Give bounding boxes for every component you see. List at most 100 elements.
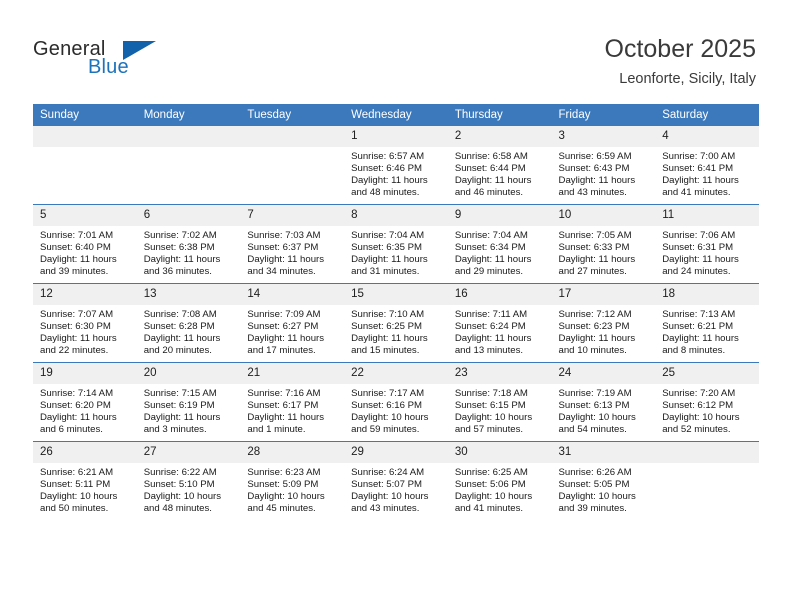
calendar-cell-day[interactable]: 30 Sunrise: 6:25 AM Sunset: 5:06 PM Dayligh… [447, 441, 552, 520]
sunset-text: Sunset: 6:38 PM [143, 242, 215, 254]
calendar-cell-day[interactable]: 21 Sunrise: 7:16 AM Sunset: 6:17 PM Dayligh… [240, 362, 345, 442]
day-cell [136, 126, 241, 204]
daylight-text-line2: and 29 minutes. [454, 266, 524, 278]
sunrise-text: Sunrise: 7:15 AM [143, 388, 217, 399]
daylight-text-line2: and 10 minutes. [558, 345, 627, 357]
day-number [33, 126, 137, 147]
day-sun-info: Sunrise: 7:11 AM Sunset: 6:24 PM Daylight:… [448, 305, 552, 357]
day-cell: 7 Sunrise: 7:03 AM Sunset: 6:37 PM Daylight… [240, 205, 345, 283]
calendar-cell-day[interactable]: 6 Sunrise: 7:02 AM Sunset: 6:38 PM Daylight… [136, 204, 241, 284]
day-sun-info: Sunrise: 6:59 AM Sunset: 6:43 PM Daylight:… [552, 147, 656, 199]
sunset-text: Sunset: 6:16 PM [351, 400, 423, 412]
calendar-cell-day[interactable]: 24 Sunrise: 7:19 AM Sunset: 6:13 PM Dayligh… [551, 362, 656, 442]
calendar-cell-day[interactable]: 26 Sunrise: 6:21 AM Sunset: 5:11 PM Dayligh… [33, 441, 137, 520]
daylight-text-line1: Daylight: 10 hours [143, 491, 222, 503]
day-sun-info: Sunrise: 7:13 AM Sunset: 6:21 PM Daylight:… [655, 305, 759, 357]
calendar-cell-day[interactable]: 25 Sunrise: 7:20 AM Sunset: 6:12 PM Dayligh… [655, 362, 759, 442]
calendar-cell-day[interactable]: 29 Sunrise: 6:24 AM Sunset: 5:07 PM Dayligh… [344, 441, 448, 520]
calendar-cell-day[interactable]: 27 Sunrise: 6:22 AM Sunset: 5:10 PM Dayligh… [136, 441, 241, 520]
calendar-cell-day[interactable]: 3 Sunrise: 6:59 AM Sunset: 6:43 PM Daylight… [551, 126, 656, 205]
daylight-text-line1: Daylight: 10 hours [351, 491, 429, 503]
sunset-text: Sunset: 6:34 PM [454, 242, 526, 254]
calendar-week-row: 1 Sunrise: 6:57 AM Sunset: 6:46 PM Daylight… [33, 126, 759, 205]
sunset-text: Sunset: 6:23 PM [558, 321, 630, 333]
daylight-text-line1: Daylight: 11 hours [662, 175, 739, 187]
sunrise-text: Sunrise: 6:22 AM [143, 467, 217, 478]
sunrise-text: Sunrise: 7:16 AM [247, 388, 321, 399]
daylight-text-line1: Daylight: 11 hours [40, 333, 117, 345]
calendar-cell-day[interactable]: 11 Sunrise: 7:06 AM Sunset: 6:31 PM Dayligh… [655, 204, 759, 284]
day-number: 17 [551, 284, 656, 305]
calendar-cell-day[interactable]: 13 Sunrise: 7:08 AM Sunset: 6:28 PM Dayligh… [136, 283, 241, 363]
daylight-text-line2: and 6 minutes. [40, 424, 103, 436]
calendar-cell-day[interactable]: 7 Sunrise: 7:03 AM Sunset: 6:37 PM Daylight… [240, 204, 345, 284]
calendar-cell-day[interactable]: 16 Sunrise: 7:11 AM Sunset: 6:24 PM Dayligh… [447, 283, 552, 363]
sunset-text: Sunset: 5:06 PM [454, 479, 526, 491]
page-title: October 2025 [604, 35, 757, 63]
day-sun-info: Sunrise: 6:58 AM Sunset: 6:44 PM Daylight:… [448, 147, 552, 199]
calendar-cell-day[interactable]: 20 Sunrise: 7:15 AM Sunset: 6:19 PM Dayligh… [136, 362, 241, 442]
daylight-text-line1: Daylight: 11 hours [662, 333, 739, 345]
day-sun-info: Sunrise: 7:04 AM Sunset: 6:35 PM Daylight:… [344, 226, 448, 278]
weekday-header-tuesday: Tuesday [240, 104, 345, 126]
sunset-text: Sunset: 6:20 PM [40, 400, 111, 412]
calendar-cell-day[interactable]: 2 Sunrise: 6:58 AM Sunset: 6:44 PM Daylight… [447, 126, 552, 205]
daylight-text-line2: and 41 minutes. [454, 503, 524, 515]
calendar-cell-day[interactable]: 18 Sunrise: 7:13 AM Sunset: 6:21 PM Dayligh… [655, 283, 759, 363]
sunset-text: Sunset: 6:24 PM [454, 321, 526, 333]
sunrise-text: Sunrise: 6:25 AM [454, 467, 528, 478]
daylight-text-line2: and 54 minutes. [558, 424, 627, 436]
day-cell: 19 Sunrise: 7:14 AM Sunset: 6:20 PM Dayligh… [33, 363, 137, 441]
calendar-week-row: 19 Sunrise: 7:14 AM Sunset: 6:20 PM Dayligh… [33, 362, 759, 442]
sunrise-text: Sunrise: 7:10 AM [351, 309, 425, 320]
calendar-cell-day[interactable]: 22 Sunrise: 7:17 AM Sunset: 6:16 PM Dayligh… [344, 362, 448, 442]
daylight-text-line1: Daylight: 10 hours [351, 412, 429, 424]
weekday-header-monday: Monday [136, 104, 241, 126]
calendar-cell-day[interactable]: 10 Sunrise: 7:05 AM Sunset: 6:33 PM Dayligh… [551, 204, 656, 284]
sunset-text: Sunset: 6:41 PM [662, 163, 734, 175]
sunrise-text: Sunrise: 7:12 AM [558, 309, 632, 320]
calendar-cell-day[interactable]: 19 Sunrise: 7:14 AM Sunset: 6:20 PM Dayligh… [33, 362, 137, 442]
calendar-cell-day[interactable]: 4 Sunrise: 7:00 AM Sunset: 6:41 PM Daylight… [655, 126, 759, 205]
calendar-cell-day[interactable]: 17 Sunrise: 7:12 AM Sunset: 6:23 PM Dayligh… [551, 283, 656, 363]
sunrise-text: Sunrise: 6:26 AM [558, 467, 632, 478]
sunrise-text: Sunrise: 7:19 AM [558, 388, 632, 399]
sunrise-text: Sunrise: 7:02 AM [143, 230, 217, 241]
sunset-text: Sunset: 5:11 PM [40, 479, 111, 491]
sunrise-text: Sunrise: 7:08 AM [143, 309, 217, 320]
calendar-cell-day[interactable]: 15 Sunrise: 7:10 AM Sunset: 6:25 PM Dayligh… [344, 283, 448, 363]
daylight-text-line1: Daylight: 11 hours [247, 333, 325, 345]
weekday-header-sunday: Sunday [33, 104, 137, 126]
day-number: 9 [447, 205, 552, 226]
sunset-text: Sunset: 6:35 PM [351, 242, 423, 254]
day-number: 1 [344, 126, 448, 147]
daylight-text-line2: and 45 minutes. [247, 503, 316, 515]
day-number: 8 [344, 205, 448, 226]
calendar-cell-day[interactable]: 12 Sunrise: 7:07 AM Sunset: 6:30 PM Dayligh… [33, 283, 137, 363]
sunset-text: Sunset: 6:21 PM [662, 321, 734, 333]
day-number: 14 [240, 284, 345, 305]
day-sun-info: Sunrise: 7:18 AM Sunset: 6:15 PM Daylight:… [448, 384, 552, 436]
calendar-cell-day[interactable]: 14 Sunrise: 7:09 AM Sunset: 6:27 PM Dayligh… [240, 283, 345, 363]
day-cell: 11 Sunrise: 7:06 AM Sunset: 6:31 PM Dayligh… [655, 205, 759, 283]
sunset-text: Sunset: 6:19 PM [143, 400, 215, 412]
calendar-cell-day[interactable]: 9 Sunrise: 7:04 AM Sunset: 6:34 PM Daylight… [447, 204, 552, 284]
calendar-cell-day[interactable]: 28 Sunrise: 6:23 AM Sunset: 5:09 PM Dayligh… [240, 441, 345, 520]
calendar-cell-day[interactable]: 31 Sunrise: 6:26 AM Sunset: 5:05 PM Dayligh… [551, 441, 656, 520]
calendar-cell-day[interactable]: 5 Sunrise: 7:01 AM Sunset: 6:40 PM Daylight… [33, 204, 137, 284]
calendar-cell-day[interactable]: 1 Sunrise: 6:57 AM Sunset: 6:46 PM Daylight… [344, 126, 448, 205]
day-sun-info: Sunrise: 7:14 AM Sunset: 6:20 PM Daylight:… [33, 384, 137, 436]
calendar-week-row: 12 Sunrise: 7:07 AM Sunset: 6:30 PM Dayligh… [33, 283, 759, 363]
day-number: 24 [551, 363, 656, 384]
sunset-text: Sunset: 6:31 PM [662, 242, 734, 254]
day-sun-info: Sunrise: 7:20 AM Sunset: 6:12 PM Daylight:… [655, 384, 759, 436]
day-sun-info: Sunrise: 7:12 AM Sunset: 6:23 PM Daylight:… [552, 305, 656, 357]
daylight-text-line1: Daylight: 11 hours [143, 333, 221, 345]
calendar-cell-day[interactable]: 23 Sunrise: 7:18 AM Sunset: 6:15 PM Dayligh… [447, 362, 552, 442]
daylight-text-line1: Daylight: 11 hours [40, 254, 117, 266]
day-number: 30 [447, 442, 552, 463]
calendar-cell-day[interactable]: 8 Sunrise: 7:04 AM Sunset: 6:35 PM Daylight… [344, 204, 448, 284]
general-blue-logo[interactable]: General Blue [33, 38, 193, 88]
daylight-text-line2: and 15 minutes. [351, 345, 420, 357]
sunrise-text: Sunrise: 6:59 AM [558, 151, 632, 162]
